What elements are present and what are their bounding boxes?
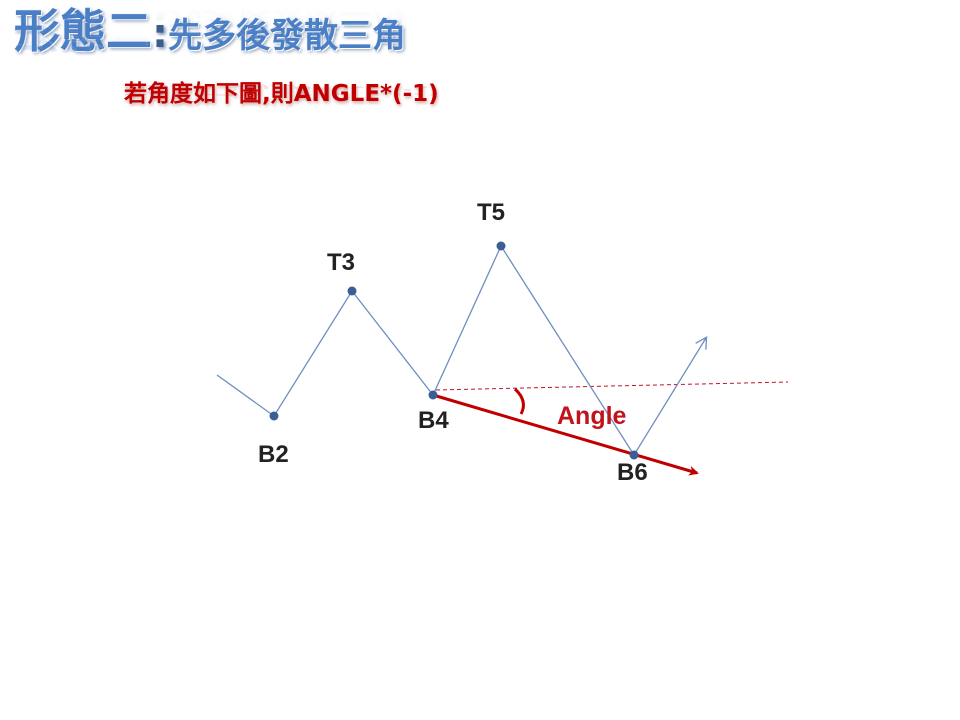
reference-dashed-line xyxy=(435,381,789,391)
label-t3: T3 xyxy=(327,249,355,276)
node-b4 xyxy=(428,390,438,400)
label-t5: T5 xyxy=(477,199,505,226)
label-b4: B4 xyxy=(418,407,449,434)
price-pattern-diagram: B2 T3 B4 T5 B6 Angle xyxy=(216,199,789,486)
node-t3 xyxy=(347,286,357,296)
zigzag-price-path xyxy=(216,244,708,457)
label-b2: B2 xyxy=(258,441,289,468)
node-b2 xyxy=(269,411,279,421)
angle-arc xyxy=(513,387,525,415)
node-t5 xyxy=(496,241,506,251)
label-b6: B6 xyxy=(617,459,648,486)
angle-label: Angle xyxy=(557,402,627,430)
